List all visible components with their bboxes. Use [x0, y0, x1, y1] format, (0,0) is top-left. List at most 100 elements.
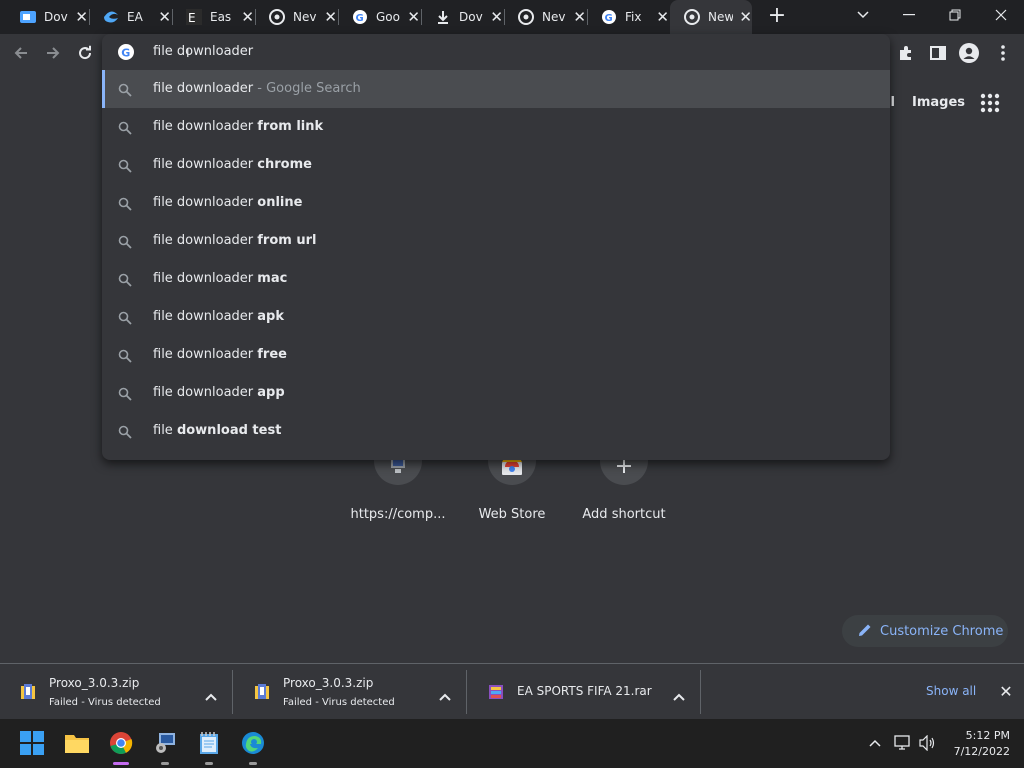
close-icon[interactable]: ✕ [656, 10, 669, 25]
show-all-downloads-link[interactable]: Show all [926, 684, 976, 698]
profile-icon[interactable] [956, 40, 982, 66]
suggestion-item[interactable]: file downloader free [102, 336, 890, 374]
close-icon[interactable]: ✕ [75, 10, 88, 25]
close-icon[interactable]: ✕ [490, 10, 503, 25]
download-status: Failed - Virus detected [283, 697, 395, 708]
close-window-button[interactable] [978, 0, 1024, 30]
back-button[interactable] [8, 40, 34, 66]
search-icon [118, 310, 132, 325]
tab-title: Dov [459, 10, 483, 24]
chrome-icon [269, 9, 285, 25]
download-item[interactable]: EA SPORTS FIFA 21.rar [468, 664, 701, 720]
address-bar[interactable]: G file downloader I [102, 34, 890, 70]
chrome-icon [518, 9, 534, 25]
tab-2[interactable]: EA ✕ [89, 0, 171, 34]
suggestion-item[interactable]: file downloader from url [102, 222, 890, 260]
tab-search-button[interactable] [840, 0, 886, 30]
tab-1[interactable]: Dov ✕ [6, 0, 88, 34]
tab-title: Eas [210, 10, 232, 24]
clock-time: 5:12 PM [965, 729, 1010, 742]
suggestion-text: file downloader from url [153, 233, 317, 248]
suggestion-text: file downloader online [153, 195, 303, 210]
reload-button[interactable] [72, 40, 98, 66]
side-panel-icon[interactable] [925, 40, 951, 66]
forward-button[interactable] [40, 40, 66, 66]
chevron-up-icon[interactable] [205, 686, 219, 701]
tab-title: Fix [625, 10, 642, 24]
search-icon [118, 120, 132, 135]
file-explorer-icon[interactable] [63, 729, 91, 757]
suggestion-item[interactable]: file downloader mac [102, 260, 890, 298]
download-filename: Proxo_3.0.3.zip [283, 676, 374, 690]
edge-taskbar-icon[interactable] [239, 729, 267, 765]
chevron-up-icon[interactable] [866, 734, 884, 752]
menu-icon[interactable] [990, 40, 1016, 66]
extensions-icon[interactable] [893, 40, 919, 66]
search-icon [118, 158, 132, 173]
tab-9-active[interactable]: New ✕ [670, 0, 752, 34]
search-icon [118, 234, 132, 249]
customize-chrome-button[interactable]: Customize Chrome [842, 615, 1008, 647]
tab-title: EA [127, 10, 143, 24]
download-filename: EA SPORTS FIFA 21.rar [517, 684, 652, 698]
suggestion-text: file downloader - Google Search [153, 81, 361, 96]
suggestion-item[interactable]: file downloader from link [102, 108, 890, 146]
control-panel-icon[interactable] [151, 729, 179, 765]
search-icon [118, 424, 132, 439]
edge-icon [103, 9, 119, 25]
suggestion-text: file downloader app [153, 385, 285, 400]
address-input[interactable]: file downloader [153, 44, 253, 59]
network-icon[interactable] [894, 734, 912, 752]
windows-start-icon[interactable] [18, 729, 46, 757]
chevron-up-icon[interactable] [439, 686, 453, 701]
suggestion-item[interactable]: file download test [102, 412, 890, 450]
screen: Dov ✕ EA ✕ E Eas ✕ Nev ✕ G Goo ✕ Dov ✕ N… [0, 0, 1024, 768]
text-cursor-icon: I [186, 46, 190, 60]
apps-grid-icon[interactable] [980, 93, 1000, 113]
tab-8[interactable]: G Fix ✕ [587, 0, 669, 34]
download-item[interactable]: Proxo_3.0.3.zip Failed - Virus detected [234, 664, 467, 720]
tab-5[interactable]: G Goo ✕ [338, 0, 420, 34]
close-icon[interactable]: ✕ [573, 10, 586, 25]
download-icon [435, 9, 451, 25]
suggestion-item[interactable]: file downloader app [102, 374, 890, 412]
tab-title: Nev [293, 10, 317, 24]
download-shelf: Proxo_3.0.3.zip Failed - Virus detected … [0, 663, 1024, 719]
new-tab-button[interactable]: + [766, 5, 788, 28]
system-clock[interactable]: 5:12 PM 7/12/2022 [944, 728, 1010, 760]
suggestion-text: file downloader chrome [153, 157, 312, 172]
search-icon [118, 348, 132, 363]
suggestion-item[interactable]: file downloader apk [102, 298, 890, 336]
search-icon [118, 196, 132, 211]
images-link[interactable]: Images [912, 95, 965, 110]
suggestion-item[interactable]: file downloader - Google Search [102, 70, 890, 108]
close-icon[interactable]: ✕ [324, 10, 337, 25]
search-icon [118, 386, 132, 401]
close-icon[interactable]: ✕ [407, 10, 420, 25]
tab-6[interactable]: Dov ✕ [421, 0, 503, 34]
suggestion-text: file downloader from link [153, 119, 324, 134]
suggestion-text: file downloader free [153, 347, 287, 362]
tab-7[interactable]: Nev ✕ [504, 0, 586, 34]
close-icon[interactable]: ✕ [739, 10, 752, 25]
volume-icon[interactable] [919, 734, 937, 752]
tab-3[interactable]: E Eas ✕ [172, 0, 254, 34]
close-icon[interactable]: ✕ [998, 684, 1014, 700]
tab-4[interactable]: Nev ✕ [255, 0, 337, 34]
suggestion-item[interactable]: file downloader online [102, 184, 890, 222]
chevron-up-icon[interactable] [673, 686, 687, 701]
suggestion-item[interactable]: file downloader chrome [102, 146, 890, 184]
chrome-taskbar-icon[interactable] [107, 729, 135, 765]
close-icon[interactable]: ✕ [158, 10, 171, 25]
shortcut-label: https://comp... [350, 507, 446, 522]
close-icon[interactable]: ✕ [241, 10, 254, 25]
suggestion-text: file downloader apk [153, 309, 285, 324]
omnibox-dropdown: G file downloader I file downloader - Go… [102, 34, 890, 460]
restore-button[interactable] [932, 0, 978, 30]
download-filename: Proxo_3.0.3.zip [49, 676, 140, 690]
minimize-button[interactable] [886, 0, 932, 30]
download-item[interactable]: Proxo_3.0.3.zip Failed - Virus detected [0, 664, 233, 720]
google-icon: G [118, 44, 134, 60]
notepad-icon[interactable] [195, 729, 223, 765]
customize-label: Customize Chrome [880, 623, 1004, 639]
